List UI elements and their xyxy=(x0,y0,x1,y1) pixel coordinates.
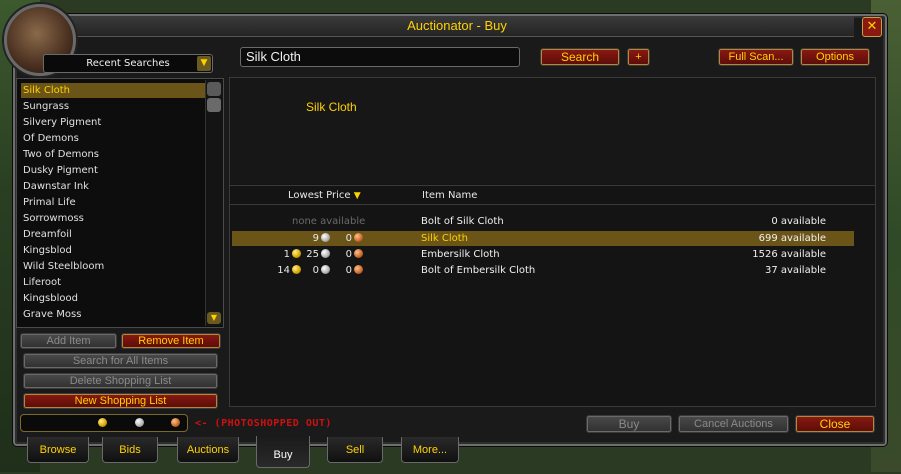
item-name-header[interactable]: Item Name xyxy=(422,190,477,201)
table-row[interactable]: 90 Silk Cloth 699 available xyxy=(232,231,854,246)
available-cell: 37 available xyxy=(764,265,826,276)
delete-shopping-list-button[interactable]: Delete Shopping List xyxy=(23,373,218,389)
list-item[interactable]: Grave Moss xyxy=(21,307,205,322)
available-cell: 0 available xyxy=(771,216,826,227)
list-item[interactable]: Sungrass xyxy=(21,99,205,114)
available-cell: 1526 available xyxy=(752,249,826,260)
item-name-cell: Embersilk Cloth xyxy=(421,249,500,260)
list-item[interactable]: Kingsblood xyxy=(21,291,205,306)
options-button[interactable]: Options xyxy=(800,48,870,66)
add-item-button[interactable]: Add Item xyxy=(20,333,117,349)
gold-amount: 14 xyxy=(277,265,290,276)
table-row[interactable]: 14 0 0 Bolt of Embersilk Cloth 37 availabl… xyxy=(232,263,854,278)
new-shopping-list-button[interactable]: New Shopping List xyxy=(23,393,218,409)
silver-amount: 25 xyxy=(306,249,319,260)
copper-amount: 0 xyxy=(345,265,352,276)
scroll-thumb[interactable] xyxy=(207,98,221,112)
copper-coin-icon xyxy=(354,265,363,274)
none-available-text: none available xyxy=(292,216,366,227)
copper-amount: 0 xyxy=(345,233,352,244)
list-item[interactable]: Primal Life xyxy=(21,195,205,210)
selected-item-title: Silk Cloth xyxy=(306,100,357,114)
add-search-button[interactable]: + xyxy=(627,48,650,66)
silver-coin-icon xyxy=(321,265,330,274)
search-input[interactable]: Silk Cloth xyxy=(240,47,520,67)
header-divider-bottom xyxy=(230,204,875,205)
cancel-auctions-button[interactable]: Cancel Auctions xyxy=(678,415,789,433)
table-row[interactable]: none available Bolt of Silk Cloth 0 avai… xyxy=(232,214,854,229)
list-item[interactable]: Dreamfoil xyxy=(21,227,205,242)
item-info-area xyxy=(230,78,875,184)
available-cell: 699 available xyxy=(758,233,826,244)
search-button[interactable]: Search xyxy=(540,48,620,66)
item-name-cell: Bolt of Embersilk Cloth xyxy=(421,265,536,276)
table-row[interactable]: 1 25 0 Embersilk Cloth 1526 available xyxy=(232,247,854,262)
scroll-down-icon[interactable]: ▼ xyxy=(207,312,221,324)
close-button[interactable]: Close xyxy=(795,415,875,433)
copper-coin-icon xyxy=(354,249,363,258)
player-money-display xyxy=(20,414,188,432)
copper-coin-icon xyxy=(171,418,180,427)
tab-browse[interactable]: Browse xyxy=(27,437,89,463)
search-all-items-button[interactable]: Search for All Items xyxy=(23,353,218,369)
list-item[interactable]: Wild Steelbloom xyxy=(21,259,205,274)
buy-button[interactable]: Buy xyxy=(586,415,672,433)
list-item[interactable]: Liferoot xyxy=(21,275,205,290)
list-item[interactable]: Dusky Pigment xyxy=(21,163,205,178)
tab-sell[interactable]: Sell xyxy=(327,437,383,463)
tab-more[interactable]: More... xyxy=(401,437,459,463)
sort-arrow-icon: ▼ xyxy=(353,191,361,201)
header-divider xyxy=(230,185,875,186)
gold-coin-icon xyxy=(292,265,301,274)
list-item[interactable]: Of Demons xyxy=(21,131,205,146)
chevron-down-icon[interactable]: ▼ xyxy=(197,56,211,71)
dropdown-label: Recent Searches xyxy=(86,58,170,69)
full-scan-button[interactable]: Full Scan... xyxy=(718,48,794,66)
price-cell: 14 0 0 xyxy=(232,263,367,278)
item-name-cell: Silk Cloth xyxy=(421,233,469,244)
photoshopped-note: <- (PHOTOSHOPPED OUT) xyxy=(195,418,332,429)
scroll-up-button[interactable] xyxy=(207,82,221,96)
silver-coin-icon xyxy=(321,233,330,242)
item-name-cell: Bolt of Silk Cloth xyxy=(421,216,504,227)
copper-coin-icon xyxy=(354,233,363,242)
lowest-price-label: Lowest Price xyxy=(288,190,351,201)
remove-item-button[interactable]: Remove Item xyxy=(121,333,221,349)
list-scrollbar[interactable]: ▼ xyxy=(205,80,223,326)
recent-searches-dropdown[interactable]: Recent Searches ▼ xyxy=(43,54,213,73)
list-item[interactable]: Kingsblod xyxy=(21,243,205,258)
silver-amount: 0 xyxy=(312,265,319,276)
tab-buy[interactable]: Buy xyxy=(256,436,310,468)
gold-coin-icon xyxy=(292,249,301,258)
copper-amount: 0 xyxy=(345,249,352,260)
silver-coin-icon xyxy=(135,418,144,427)
silver-coin-icon xyxy=(321,249,330,258)
silver-amount: 9 xyxy=(312,233,319,244)
window-close-button[interactable]: ✕ xyxy=(862,17,882,37)
tab-auctions[interactable]: Auctions xyxy=(177,437,239,463)
list-item[interactable]: Silk Cloth xyxy=(21,83,205,98)
list-item[interactable]: Sorrowmoss xyxy=(21,211,205,226)
gold-amount: 1 xyxy=(283,249,290,260)
window-title: Auctionator - Buy xyxy=(60,16,854,37)
gold-coin-icon xyxy=(98,418,107,427)
shopping-list-panel: Silk Cloth Sungrass Silvery Pigment Of D… xyxy=(16,78,224,328)
list-item[interactable]: Two of Demons xyxy=(21,147,205,162)
list-item[interactable]: Dawnstar Ink xyxy=(21,179,205,194)
price-cell: 1 25 0 xyxy=(232,247,367,262)
lowest-price-header[interactable]: Lowest Price ▼ xyxy=(288,190,361,201)
price-cell: 90 xyxy=(232,231,367,246)
list-item[interactable]: Silvery Pigment xyxy=(21,115,205,130)
tab-bids[interactable]: Bids xyxy=(102,437,158,463)
